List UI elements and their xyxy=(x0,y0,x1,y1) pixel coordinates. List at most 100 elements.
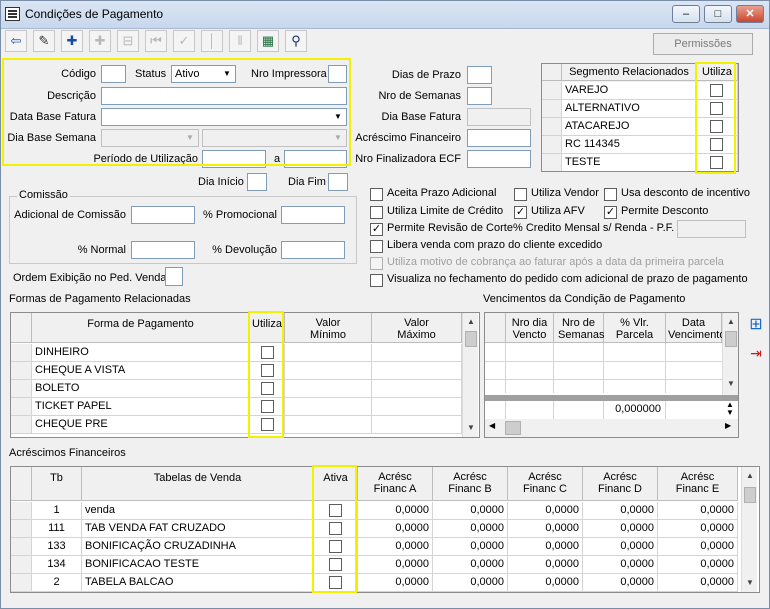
maximize-button[interactable]: □ xyxy=(704,5,732,23)
forma-utiliza-cell xyxy=(250,362,285,380)
periodo-de-input[interactable] xyxy=(202,150,266,168)
scroll-up-icon[interactable]: ▲ xyxy=(723,315,738,329)
remove-vencimento-icon[interactable]: ⇥ xyxy=(745,343,767,365)
scroll-down-icon[interactable]: ▼ xyxy=(723,377,738,391)
segmento-utiliza-checkbox[interactable] xyxy=(710,84,723,97)
adicional-comissao-input[interactable] xyxy=(131,206,195,224)
dia-base-semana-select[interactable]: ▼ xyxy=(101,129,199,147)
forma-utiliza-checkbox[interactable] xyxy=(261,364,274,377)
report-icon[interactable]: ▦ xyxy=(257,30,279,52)
aceita-prazo-checkbox[interactable] xyxy=(370,188,383,201)
forma-utiliza-checkbox[interactable] xyxy=(261,382,274,395)
row-indicator xyxy=(11,574,32,592)
acresc-e-cell: 0,0000 xyxy=(658,574,738,592)
acrescimo-financeiro-input[interactable] xyxy=(467,129,531,147)
periodo-ate-input[interactable] xyxy=(284,150,347,168)
dia-base-fatura-label: Dia Base Fatura xyxy=(381,111,461,123)
venc-hscrollbar[interactable]: ◀ ▶ xyxy=(485,419,738,437)
dia-fim-input[interactable] xyxy=(328,173,348,191)
segmento-name: ALTERNATIVO xyxy=(562,100,697,118)
devolucao-input[interactable] xyxy=(281,241,345,259)
venc-scrollbar[interactable]: ▲ ▼ xyxy=(722,313,738,395)
utiliza-afv-checkbox[interactable]: ✓ xyxy=(514,206,527,219)
scroll-up-icon[interactable]: ▲ xyxy=(463,315,479,329)
scroll-left-icon[interactable]: ◀ xyxy=(489,421,495,430)
acresc-ativa-checkbox[interactable] xyxy=(329,504,342,517)
scroll-up-icon[interactable]: ▲ xyxy=(742,469,758,483)
acresc-ativa-checkbox[interactable] xyxy=(329,558,342,571)
dias-prazo-input[interactable] xyxy=(467,66,492,84)
minimize-button[interactable]: – xyxy=(672,5,700,23)
visualiza-checkbox[interactable] xyxy=(370,274,383,287)
acresc-ativa-checkbox[interactable] xyxy=(329,522,342,535)
dia-base-semana-label: Dia Base Semana xyxy=(7,132,96,144)
first-dim-icon[interactable]: ⏮ xyxy=(145,30,167,52)
forma-name: CHEQUE PRE xyxy=(32,416,250,434)
remove-dim-icon[interactable]: ⊟ xyxy=(117,30,139,52)
acresc-scrollbar[interactable]: ▲ ▼ xyxy=(741,467,757,592)
forma-utiliza-checkbox[interactable] xyxy=(261,418,274,431)
next-dim-icon[interactable]: ‖ xyxy=(229,30,251,52)
utiliza-vendor-checkbox[interactable] xyxy=(514,188,527,201)
dia-base-fatura-input[interactable] xyxy=(467,108,531,126)
ordem-exibicao-input[interactable] xyxy=(165,267,183,286)
acresc-d-header: Acrésc Financ D xyxy=(583,467,658,501)
exit-icon[interactable]: ⇦ xyxy=(5,30,27,52)
add-dim-icon[interactable]: ✚ xyxy=(89,30,111,52)
add-icon[interactable]: ✚ xyxy=(61,30,83,52)
nro-semanas-input[interactable] xyxy=(467,87,492,105)
forma-utiliza-checkbox[interactable] xyxy=(261,346,274,359)
search-binoculars-icon[interactable]: ⚲ xyxy=(285,30,307,52)
venc-parcela-header: % Vlr. Parcela xyxy=(604,313,666,343)
acresc-tb-cell: 133 xyxy=(32,538,82,556)
credito-mensal-input[interactable] xyxy=(677,220,746,238)
forma-utiliza-checkbox[interactable] xyxy=(261,400,274,413)
nro-finalizadora-input[interactable] xyxy=(467,150,531,168)
data-base-fatura-select[interactable]: ▼ xyxy=(101,108,347,126)
acresc-ativa-checkbox[interactable] xyxy=(329,540,342,553)
forma-name: BOLETO xyxy=(32,380,250,398)
scroll-down-icon[interactable]: ▼ xyxy=(463,421,479,435)
segmento-name: VAREJO xyxy=(562,82,697,100)
scroll-right-icon[interactable]: ▶ xyxy=(725,421,731,430)
acresc-ativa-checkbox[interactable] xyxy=(329,576,342,589)
permite-revisao-label: Permite Revisão de Corte xyxy=(387,222,513,234)
formas-scrollbar[interactable]: ▲ ▼ xyxy=(462,313,478,437)
edit-icon[interactable]: ✎ xyxy=(33,30,55,52)
libera-venda-checkbox[interactable] xyxy=(370,240,383,253)
segmento-utiliza-checkbox[interactable] xyxy=(710,138,723,151)
acresc-b-cell: 0,0000 xyxy=(433,520,508,538)
promocional-input[interactable] xyxy=(281,206,345,224)
nro-impressora-input[interactable] xyxy=(328,65,347,83)
normal-input[interactable] xyxy=(131,241,195,259)
scroll-thumb[interactable] xyxy=(465,331,477,347)
venc-total-spin[interactable]: ▲ ▼ xyxy=(722,401,738,419)
scroll-down-icon[interactable]: ▼ xyxy=(742,576,758,590)
forma-utiliza-header: Utiliza xyxy=(250,313,285,343)
add-vencimento-icon[interactable]: ⊞ xyxy=(745,315,767,337)
utiliza-limite-checkbox[interactable] xyxy=(370,206,383,219)
segmento-utiliza-checkbox[interactable] xyxy=(710,102,723,115)
segmento-utiliza-checkbox[interactable] xyxy=(710,156,723,169)
segmento-utiliza-checkbox[interactable] xyxy=(710,120,723,133)
status-select[interactable]: Ativo ▼ xyxy=(171,65,236,83)
scroll-thumb[interactable] xyxy=(725,331,737,347)
check-dim-icon[interactable]: ✓ xyxy=(173,30,195,52)
descricao-input[interactable] xyxy=(101,87,347,105)
permite-revisao-checkbox[interactable]: ✓ xyxy=(370,223,383,236)
dia-inicio-input[interactable] xyxy=(247,173,267,191)
permissions-button[interactable]: Permissões xyxy=(653,33,753,55)
forma-utiliza-cell xyxy=(250,398,285,416)
scroll-thumb[interactable] xyxy=(744,487,756,503)
close-button[interactable]: ✕ xyxy=(736,5,764,23)
hscroll-thumb[interactable] xyxy=(505,421,521,435)
usa-desconto-checkbox[interactable] xyxy=(604,188,617,201)
codigo-input[interactable] xyxy=(101,65,126,83)
dia-base-semana-select-2[interactable]: ▼ xyxy=(202,129,347,147)
permite-desconto-checkbox[interactable]: ✓ xyxy=(604,206,617,219)
permite-desconto-label: Permite Desconto xyxy=(621,205,709,217)
acresc-ativa-cell xyxy=(314,538,358,556)
utiliza-motivo-checkbox[interactable] xyxy=(370,257,383,270)
prev-dim-icon[interactable]: │ xyxy=(201,30,223,52)
forma-name: CHEQUE A VISTA xyxy=(32,362,250,380)
